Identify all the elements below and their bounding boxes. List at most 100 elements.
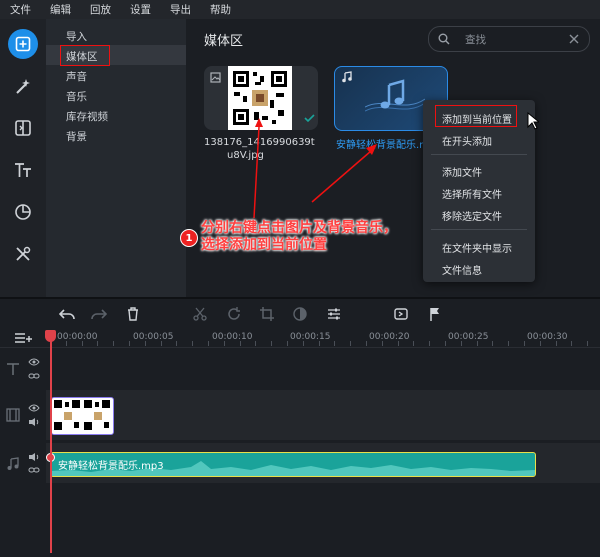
ruler-tick [271, 341, 272, 346]
video-track-lane[interactable] [46, 390, 600, 440]
annotation-arrows [253, 118, 377, 219]
annotation-line2: 选择添加到当前位置 [201, 237, 327, 253]
ruler-tick [240, 341, 241, 346]
menu-settings[interactable]: 设置 [120, 2, 160, 17]
annotation-line1: 分别右键点击图片及背景音乐， [201, 220, 397, 236]
menu-item-show-in-folder[interactable]: 在文件夹中显示 [442, 240, 512, 255]
image-clip[interactable] [51, 397, 114, 435]
crop-icon [260, 307, 274, 321]
menu-item-add-at-start[interactable]: 在开头添加 [442, 133, 492, 148]
undo-button[interactable] [58, 305, 76, 323]
title-track-header [0, 352, 46, 388]
playhead-line[interactable] [50, 333, 52, 553]
ruler-label: 00:00:30 [527, 332, 568, 342]
rotate-button[interactable] [225, 305, 243, 323]
color-adjust-icon [293, 307, 307, 321]
video-track-header [0, 390, 46, 440]
text-track-icon [7, 363, 19, 375]
timeline-ruler[interactable]: 00:00:00 00:00:05 00:00:10 00:00:15 00:0… [0, 329, 600, 348]
ruler-label: 00:00:15 [290, 332, 331, 342]
ruler-tick [145, 341, 146, 346]
ruler-tick [477, 341, 478, 346]
ruler-tick [319, 341, 320, 346]
ruler-tick [350, 341, 351, 346]
ruler-tick [66, 341, 67, 346]
ruler-tick [461, 341, 462, 346]
transitions-button[interactable] [8, 113, 38, 143]
ruler-tick [413, 341, 414, 346]
stickers-button[interactable] [8, 197, 38, 227]
music-track-icon [7, 457, 19, 470]
effects-button[interactable] [8, 71, 38, 101]
ruler-tick [303, 341, 304, 346]
music-type-icon [342, 71, 352, 83]
tools-icon [16, 246, 31, 261]
menu-item-file-info[interactable]: 文件信息 [442, 262, 482, 277]
menu-file[interactable]: 文件 [0, 2, 40, 17]
ruler-tick [382, 341, 383, 346]
menu-help[interactable]: 帮助 [200, 2, 240, 17]
redo-button[interactable] [90, 305, 108, 323]
playhead-handle[interactable] [45, 330, 56, 342]
clip-properties-button[interactable] [325, 305, 343, 323]
category-backgrounds[interactable]: 背景 [66, 129, 87, 144]
redo-icon [91, 309, 107, 320]
link-icon[interactable] [28, 371, 40, 381]
search-icon [438, 33, 450, 45]
export-clip-button[interactable] [392, 305, 410, 323]
add-track-icon[interactable] [14, 332, 34, 344]
ruler-tick [176, 341, 177, 346]
search-box[interactable]: 查找 [428, 26, 590, 52]
category-music[interactable]: 音乐 [66, 89, 87, 104]
context-menu: 添加到当前位置 在开头添加 添加文件 选择所有文件 移除选定文件 在文件夹中显示… [423, 100, 535, 282]
sliders-icon [328, 308, 340, 320]
export-icon [394, 308, 408, 320]
ruler-tick [113, 341, 114, 346]
ruler-tick [192, 341, 193, 346]
audio-track-header [0, 443, 46, 483]
ruler-tick [524, 341, 525, 346]
rotate-icon [228, 307, 240, 320]
tools-button[interactable] [8, 239, 38, 269]
cut-button[interactable] [191, 305, 209, 323]
audio-clip[interactable]: 安静轻松背景配乐.mp3 [50, 452, 536, 477]
menu-item-select-all-files[interactable]: 选择所有文件 [442, 186, 502, 201]
delete-button[interactable] [124, 305, 142, 323]
ruler-tick [587, 341, 588, 346]
music-note-artwork [365, 79, 425, 112]
menu-playback[interactable]: 回放 [80, 2, 120, 17]
mouse-cursor-icon [527, 112, 539, 130]
category-import[interactable]: 导入 [66, 29, 87, 44]
speaker-icon[interactable] [28, 417, 40, 427]
category-stock-video[interactable]: 库存视频 [66, 109, 108, 124]
color-adjust-button[interactable] [291, 305, 309, 323]
category-sounds[interactable]: 声音 [66, 69, 87, 84]
import-media-button[interactable] [8, 29, 38, 59]
ruler-label: 00:00:25 [448, 332, 489, 342]
menu-item-add-files[interactable]: 添加文件 [442, 164, 482, 179]
menu-bar: 文件 编辑 回放 设置 导出 帮助 [0, 0, 600, 19]
ruler-tick [287, 341, 288, 346]
ruler-tick [429, 341, 430, 346]
crop-button[interactable] [258, 305, 276, 323]
menu-export[interactable]: 导出 [160, 2, 200, 17]
clear-search-icon[interactable] [569, 34, 579, 44]
flag-icon [430, 308, 439, 321]
audio-clip-label: 安静轻松背景配乐.mp3 [58, 461, 164, 472]
menu-item-remove-selected-files[interactable]: 移除选定文件 [442, 208, 502, 223]
speaker-icon[interactable] [28, 452, 40, 462]
ruler-tick [255, 341, 256, 346]
titles-button[interactable] [8, 155, 38, 185]
ruler-tick [366, 341, 367, 346]
visibility-eye-icon[interactable] [28, 404, 40, 412]
menu-edit[interactable]: 编辑 [40, 2, 80, 17]
ruler-label: 00:00:05 [133, 332, 174, 342]
link-icon[interactable] [28, 465, 40, 475]
undo-icon [59, 309, 75, 320]
visibility-eye-icon[interactable] [28, 358, 40, 366]
ruler-label: 00:00:20 [369, 332, 410, 342]
marker-button[interactable] [426, 305, 444, 323]
ruler-tick [82, 341, 83, 346]
ruler-tick [492, 341, 493, 346]
ruler-tick [571, 341, 572, 346]
